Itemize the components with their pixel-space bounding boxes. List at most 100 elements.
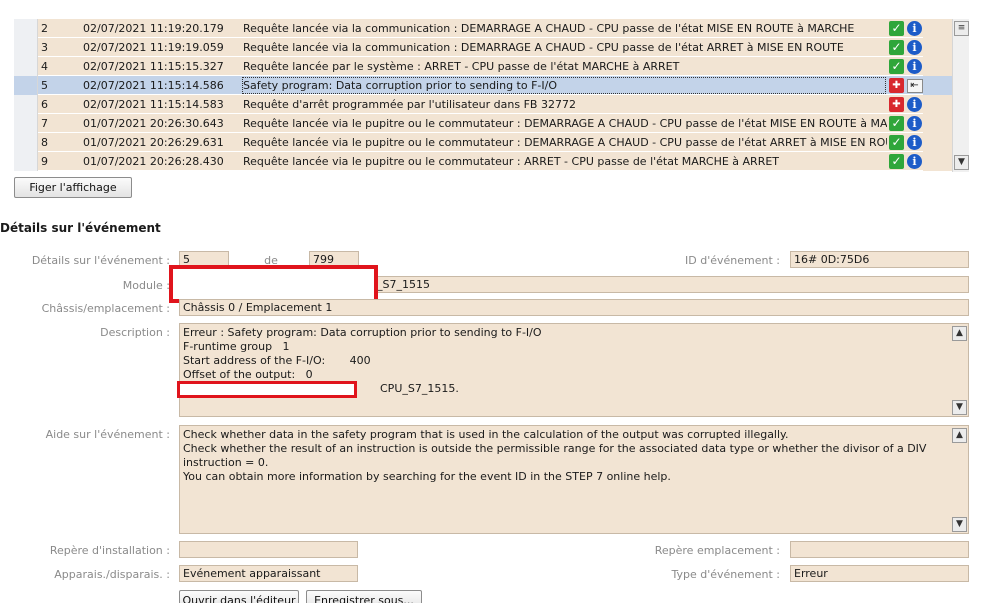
open-in-editor-button[interactable]: Ouvrir dans l'éditeur bbox=[179, 590, 299, 603]
event-number: 2 bbox=[41, 22, 48, 35]
detail-cell[interactable]: i bbox=[906, 38, 923, 57]
location-tag-field bbox=[790, 541, 969, 558]
go-to-location-icon[interactable]: ⇤ bbox=[906, 78, 923, 93]
table-vertical-scrollbar[interactable]: ≡ ▼ bbox=[952, 19, 969, 172]
row-spacer bbox=[923, 38, 952, 57]
detail-cell[interactable]: i bbox=[906, 133, 923, 152]
row-spacer bbox=[923, 114, 952, 133]
row-gutter bbox=[14, 95, 38, 114]
detail-cell[interactable]: ⇤ bbox=[906, 76, 923, 95]
help-line: Check whether the result of an instructi… bbox=[183, 442, 927, 455]
event-number: 8 bbox=[41, 136, 48, 149]
event-message: Safety program: Data corruption prior to… bbox=[241, 76, 887, 95]
scroll-up-icon[interactable]: ▲ bbox=[952, 326, 967, 341]
row-spacer bbox=[923, 95, 952, 114]
row-gutter bbox=[14, 76, 38, 95]
event-number: 9 bbox=[41, 155, 48, 168]
event-table: 2 02/07/2021 11:19:20.179 Requête lancée v… bbox=[14, 19, 969, 172]
list-options-icon[interactable]: ≡ bbox=[954, 21, 969, 36]
detail-cell[interactable]: i bbox=[906, 19, 923, 38]
detail-cell[interactable]: i bbox=[906, 152, 923, 171]
description-textarea[interactable]: Erreur : Safety program: Data corruption… bbox=[179, 323, 969, 417]
help-scrollbar[interactable]: ▲ ▼ bbox=[951, 426, 968, 533]
event-type-label: Type d'événement : bbox=[671, 568, 780, 581]
event-number: 6 bbox=[41, 98, 48, 111]
help-line: Check whether data in the safety program… bbox=[183, 428, 789, 441]
module-label: Module : bbox=[122, 279, 170, 292]
event-message: Requête lancée via le pupitre ou le comm… bbox=[243, 117, 887, 130]
appear-disappear-label: Apparais./disparais. : bbox=[54, 568, 170, 581]
appear-disappear-field: Evénement apparaissant bbox=[179, 565, 358, 582]
rack-slot-label: Châssis/emplacement : bbox=[41, 302, 170, 315]
description-line: Offset of the output: 0 bbox=[183, 368, 313, 381]
table-row[interactable]: 6 02/07/2021 11:15:14.583 Requête d'arrêt … bbox=[14, 95, 952, 114]
help-line: You can obtain more information by searc… bbox=[183, 470, 671, 483]
event-timestamp: 01/07/2021 20:26:29.631 bbox=[83, 136, 224, 149]
info-icon[interactable]: i bbox=[907, 154, 922, 169]
event-message: Requête lancée via la communication : DE… bbox=[243, 22, 855, 35]
info-icon[interactable]: i bbox=[907, 59, 922, 74]
info-icon[interactable]: i bbox=[907, 116, 922, 131]
row-spacer bbox=[923, 133, 952, 152]
help-textarea[interactable]: Check whether data in the safety program… bbox=[179, 425, 969, 534]
freeze-display-button[interactable]: Figer l'affichage bbox=[14, 177, 132, 198]
status-cell: ✓ bbox=[888, 152, 905, 171]
info-icon[interactable]: i bbox=[907, 40, 922, 55]
scroll-down-icon[interactable]: ▼ bbox=[952, 400, 967, 415]
detail-cell[interactable]: i bbox=[906, 57, 923, 76]
details-section-title: Détails sur l'événement bbox=[0, 221, 161, 235]
table-row[interactable]: 3 02/07/2021 11:19:19.059 Requête lancée v… bbox=[14, 38, 952, 57]
event-type-field: Erreur bbox=[790, 565, 969, 582]
table-row[interactable]: 2 02/07/2021 11:19:20.179 Requête lancée v… bbox=[14, 19, 952, 38]
event-timestamp: 01/07/2021 20:26:28.430 bbox=[83, 155, 224, 168]
status-cell: ✓ bbox=[888, 38, 905, 57]
status-cell: ✚ bbox=[888, 76, 905, 95]
info-icon[interactable]: i bbox=[907, 21, 922, 36]
plant-tag-label: Repère d'installation : bbox=[49, 544, 170, 557]
event-message: Requête d'arrêt programmée par l'utilisa… bbox=[243, 98, 576, 111]
event-message: Requête lancée par le système : ARRET - … bbox=[243, 60, 680, 73]
event-timestamp: 02/07/2021 11:15:14.583 bbox=[83, 98, 224, 111]
info-icon[interactable]: i bbox=[907, 135, 922, 150]
check-icon: ✓ bbox=[889, 21, 904, 36]
status-cell: ✓ bbox=[888, 19, 905, 38]
scroll-down-icon[interactable]: ▼ bbox=[952, 517, 967, 532]
fault-icon: ✚ bbox=[889, 97, 904, 112]
table-row[interactable]: 7 01/07/2021 20:26:30.643 Requête lancée v… bbox=[14, 114, 952, 133]
help-line: instruction = 0. bbox=[183, 456, 269, 469]
redaction-box bbox=[169, 265, 378, 303]
description-line: Start address of the F-I/O: 400 bbox=[183, 354, 371, 367]
plant-tag-field bbox=[179, 541, 358, 558]
description-line: Erreur : Safety program: Data corruption… bbox=[183, 326, 542, 339]
status-cell: ✓ bbox=[888, 133, 905, 152]
table-row[interactable]: 4 02/07/2021 11:15:15.327 Requête lancée p… bbox=[14, 57, 952, 76]
detail-cell[interactable]: i bbox=[906, 95, 923, 114]
status-cell: ✓ bbox=[888, 57, 905, 76]
check-icon: ✓ bbox=[889, 135, 904, 150]
event-number: 4 bbox=[41, 60, 48, 73]
row-gutter bbox=[14, 57, 38, 76]
row-gutter bbox=[14, 19, 38, 38]
description-label: Description : bbox=[100, 326, 170, 339]
fault-icon: ✚ bbox=[889, 78, 904, 93]
description-scrollbar[interactable]: ▲ ▼ bbox=[951, 324, 968, 416]
scroll-down-icon[interactable]: ▼ bbox=[954, 155, 969, 170]
detail-cell[interactable]: i bbox=[906, 114, 923, 133]
event-detail-label: Détails sur l'événement : bbox=[31, 254, 170, 267]
check-icon: ✓ bbox=[889, 154, 904, 169]
help-label: Aide sur l'événement : bbox=[45, 428, 170, 441]
event-timestamp: 02/07/2021 11:15:15.327 bbox=[83, 60, 224, 73]
row-gutter bbox=[14, 114, 38, 133]
check-icon: ✓ bbox=[889, 116, 904, 131]
table-row[interactable]: 9 01/07/2021 20:26:28.430 Requête lancée v… bbox=[14, 152, 952, 171]
row-spacer bbox=[923, 152, 952, 171]
event-id-label: ID d'événement : bbox=[685, 254, 780, 267]
row-gutter bbox=[14, 152, 38, 171]
table-row[interactable]: 8 01/07/2021 20:26:29.631 Requête lancée v… bbox=[14, 133, 952, 152]
table-row[interactable]: 5 02/07/2021 11:15:14.586 Safety program: … bbox=[14, 76, 952, 95]
save-as-button[interactable]: Enregistrer sous... bbox=[306, 590, 422, 603]
scroll-up-icon[interactable]: ▲ bbox=[952, 428, 967, 443]
check-icon: ✓ bbox=[889, 40, 904, 55]
info-icon[interactable]: i bbox=[907, 97, 922, 112]
status-cell: ✓ bbox=[888, 114, 905, 133]
